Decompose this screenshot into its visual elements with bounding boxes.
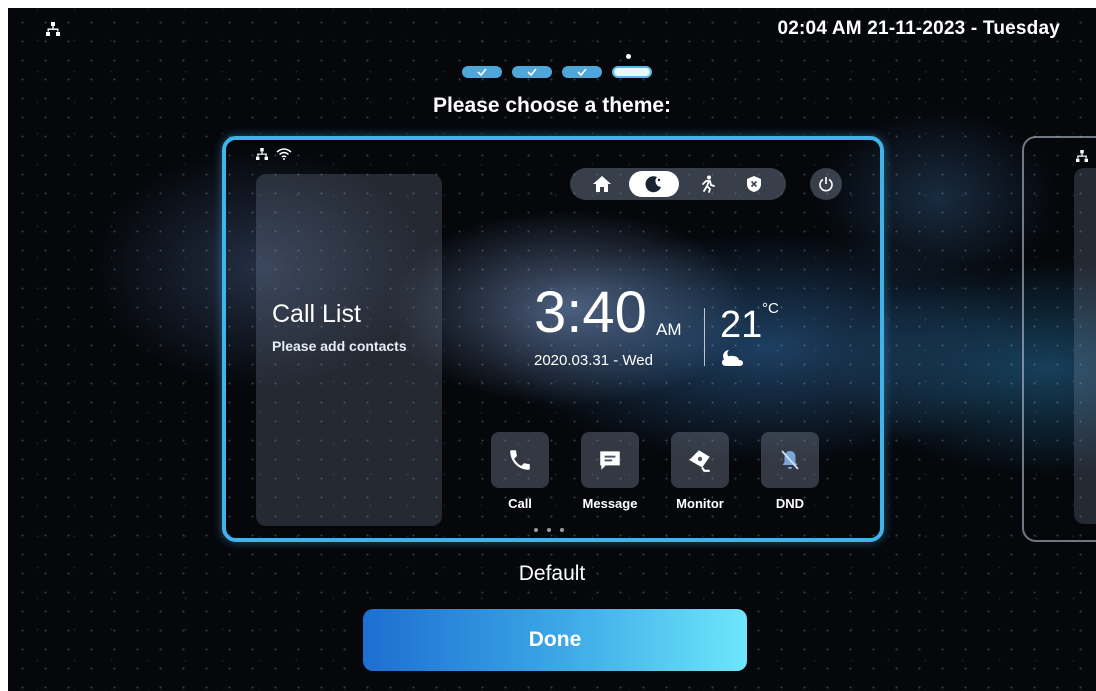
app-dnd-tile	[761, 432, 819, 488]
app-call-label: Call	[508, 496, 532, 511]
shield-x-icon	[747, 176, 762, 192]
message-icon	[600, 451, 620, 470]
app-monitor-label: Monitor	[676, 496, 724, 511]
call-list-title: Call List	[272, 300, 361, 328]
network-icon	[46, 22, 60, 36]
app-dnd: DND	[758, 432, 822, 511]
page-dot	[547, 528, 551, 532]
mode-home	[582, 171, 622, 197]
home-icon	[592, 176, 611, 192]
power-button	[810, 168, 842, 200]
step-1-completed	[462, 66, 502, 78]
camera-icon	[689, 450, 710, 472]
call-list-subtitle: Please add contacts	[272, 338, 407, 354]
mode-away	[687, 171, 727, 197]
page-dot	[560, 528, 564, 532]
preview-page-indicator	[534, 528, 564, 532]
preview-temperature: 21	[720, 304, 763, 346]
network-icon	[1076, 150, 1088, 162]
app-message-tile	[581, 432, 639, 488]
preview-status-bar	[256, 148, 292, 160]
done-button[interactable]: Done	[363, 609, 747, 671]
preview-time: 3:40	[534, 280, 647, 345]
app-call: Call	[488, 432, 552, 511]
theme-setup-screen: 02:04 AM 21-11-2023 - Tuesday Please cho…	[8, 8, 1096, 691]
step-2-completed	[512, 66, 552, 78]
status-datetime: 02:04 AM 21-11-2023 - Tuesday	[777, 18, 1060, 39]
check-icon	[577, 68, 587, 76]
app-message: Message	[578, 432, 642, 511]
temperature-unit: °C	[762, 300, 779, 317]
app-message-label: Message	[582, 496, 638, 511]
app-monitor: Monitor	[668, 432, 732, 511]
wifi-icon	[276, 148, 292, 160]
page-dot	[534, 528, 538, 532]
preview-app-grid: Call Message Monitor DND	[488, 432, 828, 516]
step-4-current	[612, 66, 652, 78]
check-icon	[527, 68, 537, 76]
mode-security	[734, 171, 774, 197]
current-step-indicator	[626, 54, 631, 59]
next-theme-card-panel	[1074, 168, 1096, 524]
partly-cloudy-night-icon	[722, 350, 743, 366]
app-dnd-label: DND	[775, 496, 805, 511]
preview-date: 2020.03.31 - Wed	[534, 352, 653, 369]
theme-preview-next[interactable]	[1022, 136, 1096, 542]
check-icon	[477, 68, 487, 76]
preview-ampm: AM	[656, 320, 682, 339]
clock-weather-divider	[704, 308, 705, 366]
app-call-tile	[491, 432, 549, 488]
theme-preview-default[interactable]: Call List Please add contacts 3:40 AM 20…	[222, 136, 884, 542]
power-icon	[819, 177, 833, 192]
step-3-completed	[562, 66, 602, 78]
app-monitor-tile	[671, 432, 729, 488]
mode-night	[629, 171, 680, 197]
phone-icon	[510, 450, 530, 470]
theme-name-label: Default	[518, 562, 586, 585]
running-person-icon	[701, 175, 715, 193]
network-icon	[256, 148, 268, 160]
mode-selector	[570, 168, 786, 200]
setup-progress	[462, 52, 662, 80]
call-list-card: Call List Please add contacts	[256, 174, 442, 526]
bell-off-icon	[781, 450, 799, 470]
moon-icon	[645, 176, 662, 193]
page-title: Please choose a theme:	[432, 94, 672, 117]
